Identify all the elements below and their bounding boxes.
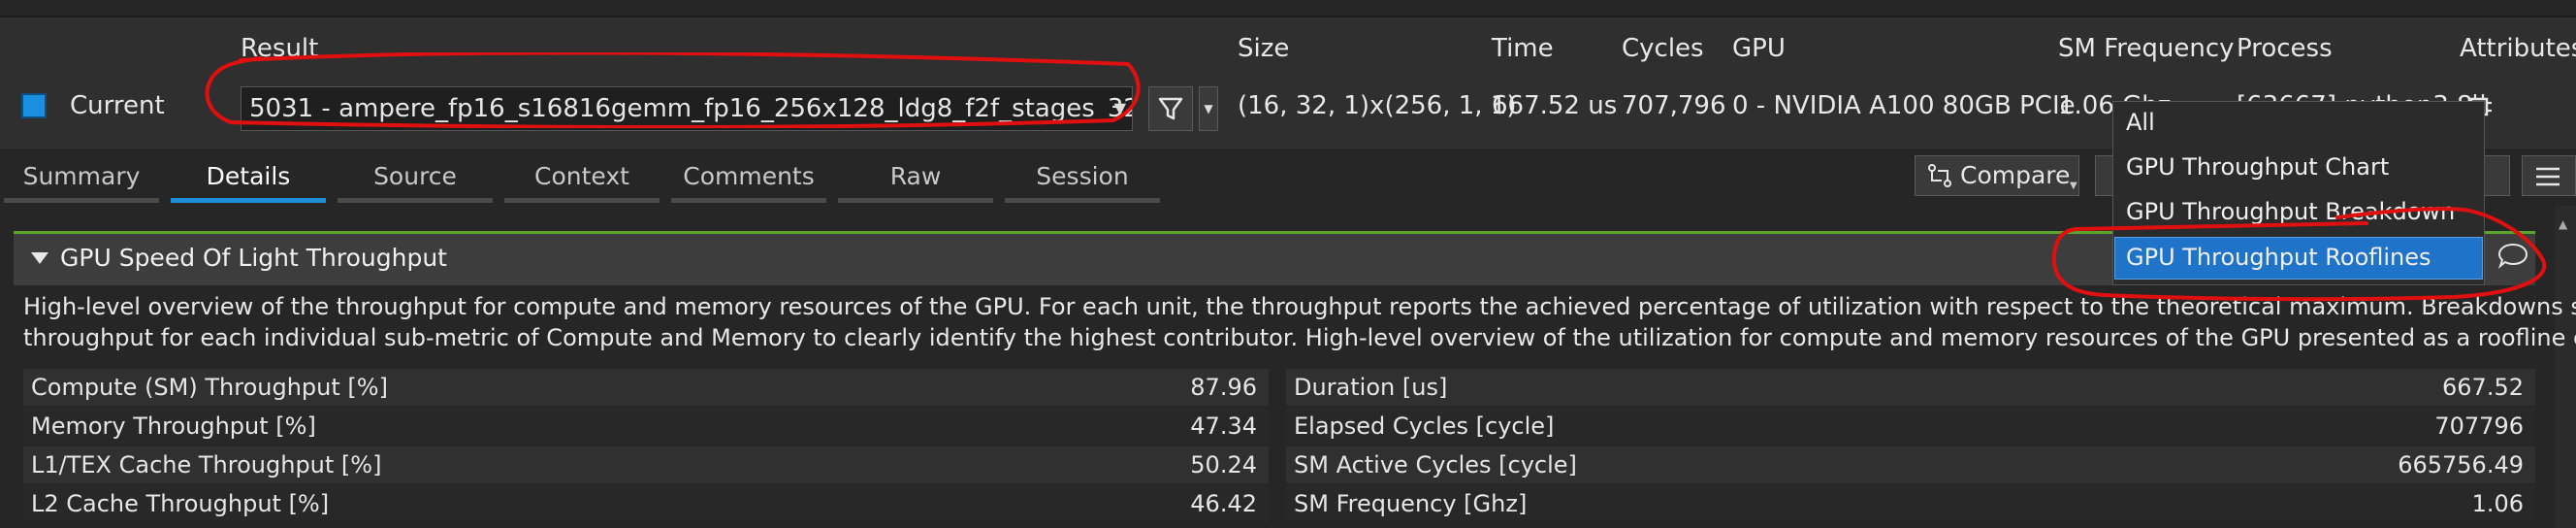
filter-icon bbox=[1158, 97, 1183, 120]
table-row: Elapsed Cycles [cycle] 707796 bbox=[1286, 408, 2535, 445]
current-color-swatch bbox=[21, 93, 47, 118]
scroll-up-arrow-icon[interactable]: ▲ bbox=[2559, 217, 2567, 231]
dropdown-item-gpu-throughput-chart[interactable]: GPU Throughput Chart bbox=[2126, 153, 2389, 181]
red-annotation-scribble bbox=[205, 52, 1141, 128]
section-title: GPU Speed Of Light Throughput bbox=[60, 244, 447, 272]
metric-value: 87.96 bbox=[1190, 374, 1257, 401]
menu-button[interactable] bbox=[2522, 155, 2576, 196]
metric-value: 1.06 bbox=[2471, 490, 2524, 517]
metric-value: 47.34 bbox=[1190, 412, 1257, 440]
tab-source[interactable]: Source bbox=[338, 157, 493, 203]
metric-label: SM Active Cycles [cycle] bbox=[1294, 451, 1577, 478]
toolbar-button[interactable] bbox=[2095, 155, 2114, 196]
metric-value: 667.52 bbox=[2442, 374, 2524, 401]
gpu-column-header: GPU bbox=[1732, 34, 1786, 63]
metric-label: Compute (SM) Throughput [%] bbox=[31, 374, 388, 401]
process-column-header: Process bbox=[2237, 34, 2333, 63]
expand-triangle-icon[interactable] bbox=[31, 252, 48, 264]
metric-label: SM Frequency [Ghz] bbox=[1294, 490, 1528, 517]
tab-context[interactable]: Context bbox=[504, 157, 660, 203]
dropdown-item-all[interactable]: All bbox=[2126, 109, 2155, 136]
metric-value: 50.24 bbox=[1190, 451, 1257, 478]
table-row: Compute (SM) Throughput [%] 87.96 bbox=[23, 369, 1269, 406]
time-value: 667.52 us bbox=[1492, 91, 1618, 120]
cycles-value: 707,796 bbox=[1622, 91, 1726, 120]
metric-label: L1/TEX Cache Throughput [%] bbox=[31, 451, 382, 478]
size-column-header: Size bbox=[1238, 34, 1290, 63]
tab-summary[interactable]: Summary bbox=[4, 157, 159, 203]
metric-label: Elapsed Cycles [cycle] bbox=[1294, 412, 1555, 440]
vertical-scrollbar[interactable] bbox=[2555, 206, 2576, 528]
table-row: L2 Cache Throughput [%] 46.42 bbox=[23, 485, 1269, 522]
filter-button[interactable] bbox=[1148, 86, 1193, 131]
metric-value: 46.42 bbox=[1190, 490, 1257, 517]
size-value: (16, 32, 1)x(256, 1, 1) bbox=[1238, 91, 1517, 120]
section-description-line-2: throughput for each individual sub-metri… bbox=[23, 324, 2576, 351]
hamburger-menu-icon bbox=[2536, 167, 2560, 186]
compare-dropdown-icon[interactable]: ▼ bbox=[2070, 181, 2077, 191]
tab-details[interactable]: Details bbox=[171, 157, 326, 203]
table-row: Memory Throughput [%] 47.34 bbox=[23, 408, 1269, 445]
compare-icon bbox=[1928, 164, 1951, 187]
sm-frequency-column-header: SM Frequency bbox=[2058, 34, 2235, 63]
metric-label: Duration [us] bbox=[1294, 374, 1448, 401]
table-row: SM Active Cycles [cycle] 665756.49 bbox=[1286, 446, 2535, 483]
tab-session[interactable]: Session bbox=[1005, 157, 1160, 203]
table-row: SM Frequency [Ghz] 1.06 bbox=[1286, 485, 2535, 522]
red-annotation-scribble bbox=[2051, 207, 2547, 302]
table-row: Duration [us] 667.52 bbox=[1286, 369, 2535, 406]
metric-label: Memory Throughput [%] bbox=[31, 412, 316, 440]
metric-value: 665756.49 bbox=[2398, 451, 2524, 478]
gpu-value: 0 - NVIDIA A100 80GB PCIe bbox=[1732, 91, 2076, 120]
tab-raw[interactable]: Raw bbox=[838, 157, 993, 203]
metric-value: 707796 bbox=[2434, 412, 2524, 440]
table-row: L1/TEX Cache Throughput [%] 50.24 bbox=[23, 446, 1269, 483]
attributes-column-header: Attributes bbox=[2460, 34, 2576, 63]
metric-label: L2 Cache Throughput [%] bbox=[31, 490, 330, 517]
cycles-column-header: Cycles bbox=[1622, 34, 1704, 63]
current-label: Current bbox=[70, 91, 165, 120]
tab-comments[interactable]: Comments bbox=[671, 157, 826, 203]
filter-dropdown-button[interactable]: ▼ bbox=[1199, 86, 1218, 131]
time-column-header: Time bbox=[1492, 34, 1554, 63]
